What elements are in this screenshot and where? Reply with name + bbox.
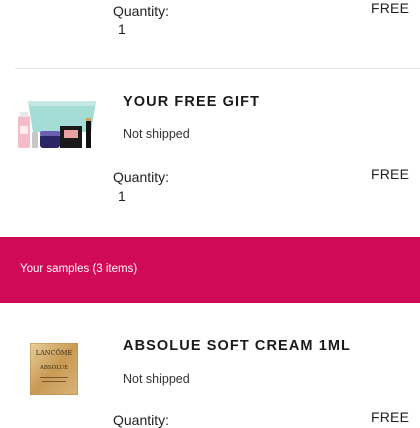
gift-set-image: [18, 101, 96, 148]
sample-sachet-image: LANCÔME ABSOLUE: [30, 343, 78, 395]
quantity-label: Quantity:: [113, 169, 170, 185]
quantity-value: 1: [118, 188, 126, 204]
price: FREE: [371, 409, 410, 425]
samples-banner[interactable]: Your samples (3 items): [0, 237, 420, 303]
quantity-value: 1: [118, 21, 126, 37]
sachet-line-text: ABSOLUE: [39, 365, 68, 371]
samples-banner-label: Your samples (3 items): [20, 263, 138, 275]
item-title: ABSOLUE SOFT CREAM 1ML: [123, 338, 352, 354]
item-title: YOUR FREE GIFT: [123, 94, 261, 110]
quantity-label: Quantity:: [113, 412, 170, 428]
price: FREE: [371, 166, 410, 182]
price: FREE: [371, 0, 410, 16]
shipping-status: Not shipped: [123, 127, 190, 141]
item-divider: [15, 68, 420, 69]
quantity-label: Quantity:: [113, 3, 170, 19]
sachet-brand-text: LANCÔME: [36, 348, 73, 357]
shipping-status: Not shipped: [123, 372, 190, 386]
